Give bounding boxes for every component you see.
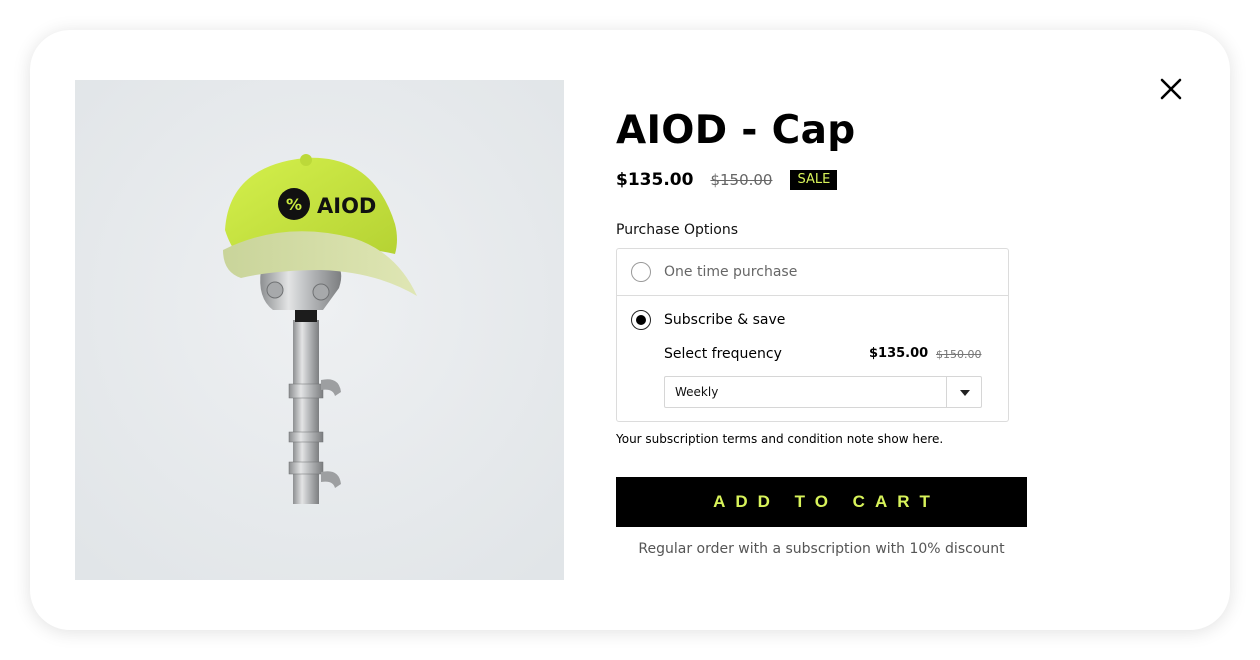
cap-logo-text: AIOD <box>317 194 376 218</box>
add-to-cart-button[interactable]: ADD TO CART <box>616 477 1027 527</box>
option-one-time-purchase[interactable]: One time purchase <box>617 249 1008 296</box>
frequency-selected-value: Weekly <box>675 385 719 399</box>
option-label: Subscribe & save <box>664 311 786 328</box>
radio-one-time[interactable] <box>631 262 651 282</box>
purchase-options-group: One time purchase Subscribe & save Selec… <box>616 248 1009 422</box>
frequency-label: Select frequency <box>664 346 782 362</box>
frequency-price: $135.00 <box>869 346 929 361</box>
frequency-original-price: $150.00 <box>936 348 982 361</box>
original-price: $150.00 <box>710 171 773 189</box>
close-button[interactable] <box>1158 76 1184 102</box>
subscription-terms-note: Your subscription terms and condition no… <box>616 432 944 446</box>
option-label: One time purchase <box>664 264 798 280</box>
sale-badge: SALE <box>790 170 838 190</box>
purchase-options-label: Purchase Options <box>616 222 739 238</box>
select-divider <box>946 377 947 407</box>
product-quick-view-modal: % AIOD AIOD - Cap $135.00 $150.00 SALE P… <box>30 30 1230 630</box>
radio-subscribe[interactable] <box>631 309 651 330</box>
chevron-down-icon[interactable] <box>960 390 970 396</box>
discount-note: Regular order with a subscription with 1… <box>638 541 1005 557</box>
option-subscribe-save[interactable]: Subscribe & save <box>617 296 1008 343</box>
cap-on-stand-image: % AIOD <box>75 80 564 580</box>
price-row: $135.00 $150.00 SALE <box>616 168 838 192</box>
sale-price: $135.00 <box>616 170 694 190</box>
frequency-select[interactable]: Weekly <box>664 376 982 408</box>
close-icon[interactable] <box>1158 76 1184 102</box>
product-image: % AIOD <box>75 80 564 580</box>
product-title: AIOD - Cap <box>616 108 856 153</box>
svg-text:%: % <box>286 195 302 214</box>
